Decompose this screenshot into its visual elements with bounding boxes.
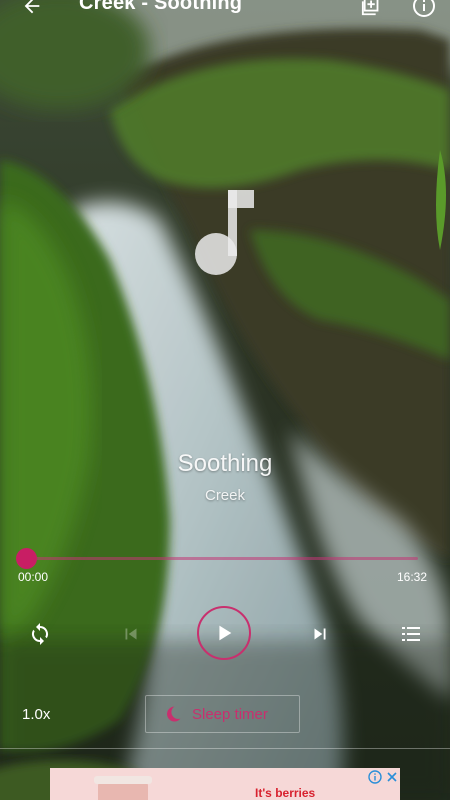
playback-speed-button[interactable]: 1.0x <box>22 706 50 723</box>
sleep-timer-label: Sleep timer <box>192 705 268 723</box>
skip-next-icon <box>314 628 326 640</box>
seek-thumb[interactable] <box>16 548 37 569</box>
seek-track <box>26 557 418 560</box>
ad-info-icon[interactable] <box>368 770 382 784</box>
track-title: Soothing <box>177 450 273 477</box>
back-button[interactable] <box>18 0 46 20</box>
ad-product-lid <box>94 776 152 784</box>
arrow-left-icon <box>24 0 40 14</box>
play-icon <box>219 625 232 641</box>
sleep-timer-button[interactable]: Sleep timer <box>145 695 300 733</box>
player-screen: Creek - Soothing Soothing Creek 00:00 16… <box>0 0 450 800</box>
info-button[interactable] <box>410 0 438 20</box>
track-artist: Creek <box>204 487 245 504</box>
playlist-add-icon <box>361 0 379 16</box>
divider <box>0 748 450 749</box>
previous-button[interactable] <box>117 620 145 648</box>
play-button[interactable] <box>197 606 251 660</box>
ad-text: It's berries <box>255 786 316 800</box>
seek-bar[interactable] <box>16 548 434 569</box>
ad-close-icon[interactable] <box>385 770 399 784</box>
repeat-icon <box>32 623 48 645</box>
total-duration: 16:32 <box>397 570 428 584</box>
info-icon <box>413 0 435 17</box>
top-app-bar: Creek - Soothing <box>0 0 450 22</box>
queue-button[interactable] <box>397 620 425 648</box>
playlist-add-button[interactable] <box>358 0 386 20</box>
skip-previous-icon <box>125 628 137 640</box>
queue-list-icon <box>402 627 420 641</box>
music-note-icon <box>194 190 254 276</box>
repeat-button[interactable] <box>26 620 54 648</box>
elapsed-time: 00:00 <box>18 570 49 584</box>
moon-icon <box>167 706 181 722</box>
ad-banner[interactable]: It's berries <box>50 768 400 800</box>
page-title: Creek - Soothing <box>79 0 243 14</box>
background-photo <box>0 0 450 800</box>
next-button[interactable] <box>306 620 334 648</box>
